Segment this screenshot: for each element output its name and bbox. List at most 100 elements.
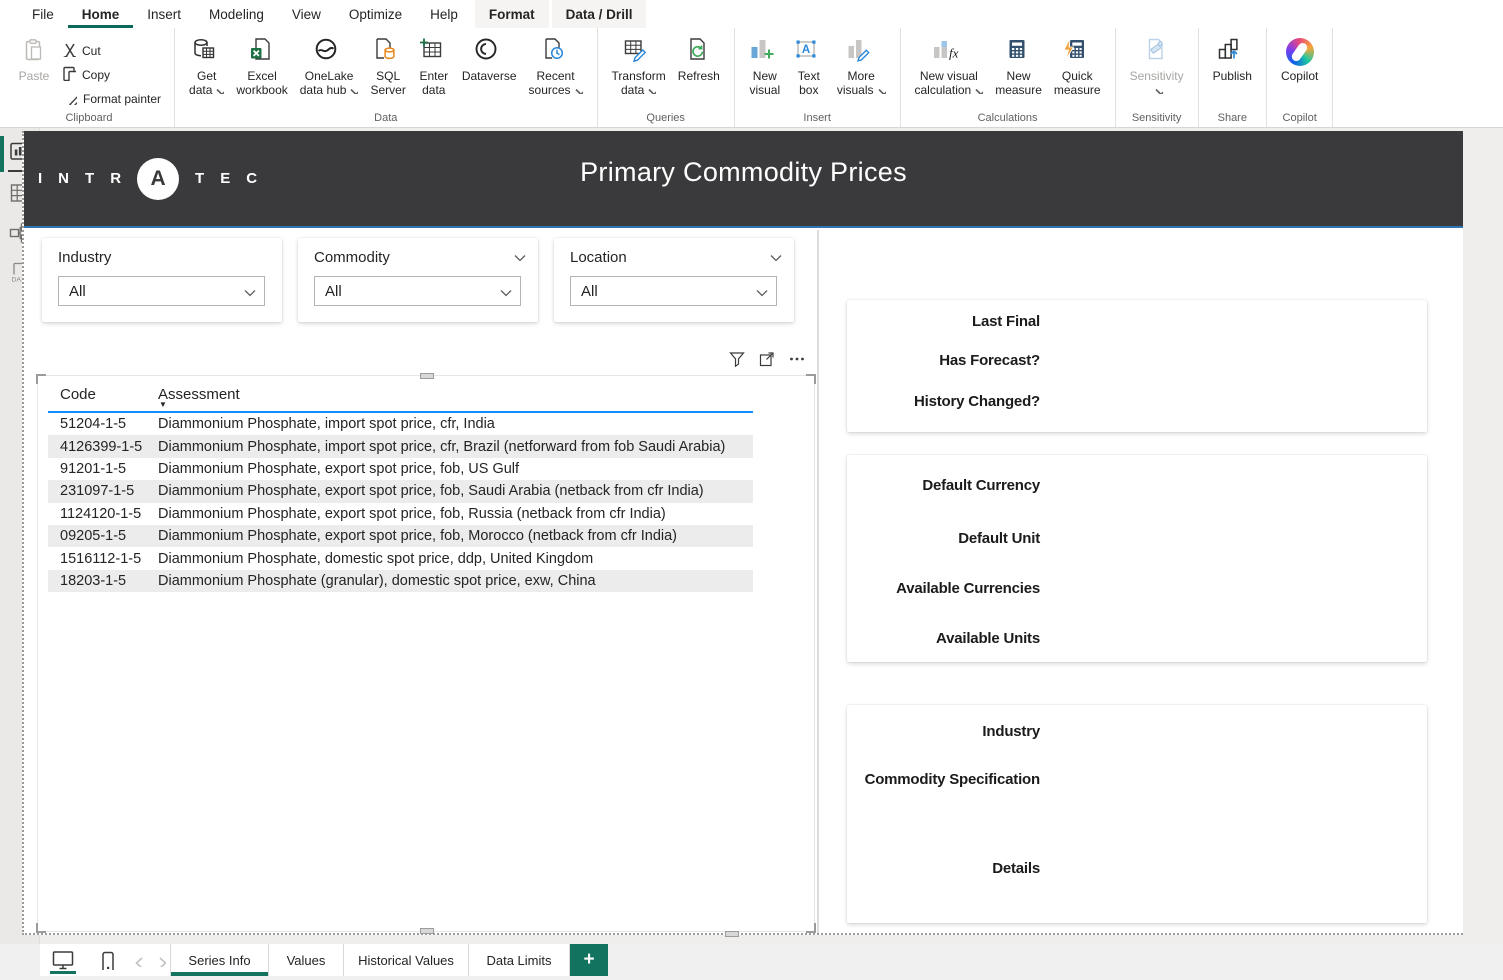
cell-code: 51204-1-5 <box>48 416 158 432</box>
field-card-2: Default CurrencyDefault UnitAvailable Cu… <box>847 455 1427 662</box>
column-header-assessment[interactable]: Assessment ▼ <box>158 382 753 411</box>
ribbon-group-label: Sensitivity <box>1116 112 1198 124</box>
sql-server-button[interactable]: SQLServer <box>365 33 410 98</box>
selection-corner <box>36 374 46 384</box>
focus-mode-icon[interactable] <box>758 350 775 372</box>
cell-code: 4126399-1-5 <box>48 439 158 455</box>
page-tab-historical-values[interactable]: Historical Values <box>344 944 469 976</box>
drag-handle-top[interactable] <box>420 373 434 379</box>
table-header-row: Code Assessment ▼ <box>48 382 753 413</box>
new-visual-calculation-button[interactable]: fxNew visualcalculation <box>910 33 989 98</box>
publish-button[interactable]: Publish <box>1208 33 1257 85</box>
dataverse-button[interactable]: Dataverse <box>457 33 522 85</box>
cell-assessment: Diammonium Phosphate, import spot price,… <box>158 416 753 432</box>
table-row[interactable]: 1124120-1-5Diammonium Phosphate, export … <box>48 503 753 525</box>
paste-button[interactable]: Paste <box>13 33 55 85</box>
button-label: Quickmeasure <box>1054 70 1101 97</box>
chevron-down-icon[interactable] <box>768 250 782 269</box>
add-page-button[interactable]: + <box>570 944 608 976</box>
chevron-down-icon[interactable] <box>512 250 526 269</box>
page-tab-values[interactable]: Values <box>269 944 344 976</box>
industry-dropdown[interactable]: All <box>58 276 265 306</box>
mobile-view-button[interactable] <box>86 944 126 976</box>
copilot-button[interactable]: Copilot <box>1276 33 1323 85</box>
chevron-down-icon <box>754 285 768 303</box>
page-tab-series-info[interactable]: Series Info <box>170 944 269 976</box>
menu-bar: FileHomeInsertModelingViewOptimizeHelpFo… <box>0 0 1503 28</box>
table-row[interactable]: 09205-1-5Diammonium Phosphate, export sp… <box>48 525 753 547</box>
onelake-data-hub-button[interactable]: OneLakedata hub <box>295 33 364 98</box>
report-page: INTRATEC Primary Commodity Prices Indust… <box>22 131 1463 935</box>
onelake-icon <box>314 34 344 70</box>
table-row[interactable]: 231097-1-5Diammonium Phosphate, export s… <box>48 480 753 502</box>
text-box-icon: A <box>794 34 824 70</box>
menu-tab-data-drill[interactable]: Data / Drill <box>552 0 647 28</box>
sensitivity-icon <box>1143 34 1171 70</box>
sensitivity-button[interactable]: Sensitivity <box>1125 33 1189 98</box>
filter-icon[interactable] <box>728 350 745 372</box>
button-label: Copilot <box>1281 70 1318 84</box>
prev-page-button[interactable] <box>126 944 148 976</box>
more-visuals-icon <box>846 34 876 70</box>
sort-descending-icon: ▼ <box>159 400 167 409</box>
table-row[interactable]: 18203-1-5Diammonium Phosphate (granular)… <box>48 570 753 592</box>
ribbon: PasteCutCopyFormat painterClipboardGetda… <box>0 28 1503 128</box>
dataverse-icon <box>474 34 504 70</box>
button-label: Getdata <box>189 70 224 97</box>
new-visual-button[interactable]: Newvisual <box>744 33 786 98</box>
page-tab-data-limits[interactable]: Data Limits <box>469 944 570 976</box>
recent-sources-button[interactable]: Recentsources <box>524 33 588 98</box>
slicer-value: All <box>69 283 86 300</box>
menu-tab-view[interactable]: View <box>278 0 335 28</box>
cell-assessment: Diammonium Phosphate, export spot price,… <box>158 461 753 477</box>
menu-tab-modeling[interactable]: Modeling <box>195 0 278 28</box>
column-header-code[interactable]: Code <box>48 382 158 411</box>
field-label-details: Details <box>847 860 1040 877</box>
button-label: Copy <box>82 68 110 82</box>
assessments-table: Code Assessment ▼ 51204-1-5Diammonium Ph… <box>48 382 753 592</box>
slicer-label: Industry <box>58 249 111 266</box>
more-visuals-button[interactable]: Morevisuals <box>832 33 891 98</box>
cell-assessment: Diammonium Phosphate, export spot price,… <box>158 506 753 522</box>
table-row[interactable]: 91201-1-5Diammonium Phosphate, export sp… <box>48 458 753 480</box>
menu-tab-home[interactable]: Home <box>68 0 134 28</box>
cut-button[interactable]: Cut <box>57 39 165 62</box>
menu-tab-file[interactable]: File <box>18 0 68 28</box>
page-bottom-handle[interactable] <box>725 931 739 937</box>
copy-button[interactable]: Copy <box>57 63 165 86</box>
cell-code: 91201-1-5 <box>48 461 158 477</box>
new-measure-button[interactable]: Newmeasure <box>990 33 1047 98</box>
quick-measure-button[interactable]: Quickmeasure <box>1049 33 1106 98</box>
table-row[interactable]: 4126399-1-5Diammonium Phosphate, import … <box>48 435 753 457</box>
next-page-button[interactable] <box>148 944 170 976</box>
table-row[interactable]: 1516112-1-5Diammonium Phosphate, domesti… <box>48 547 753 569</box>
button-label: Enterdata <box>419 70 448 97</box>
field-card-3: IndustryCommodity SpecificationDetails <box>847 705 1427 923</box>
report-title: Primary Commodity Prices <box>24 157 1463 188</box>
selection-corner <box>806 374 816 384</box>
location-dropdown[interactable]: All <box>570 276 777 306</box>
menu-tab-format[interactable]: Format <box>475 0 549 28</box>
get-data-button[interactable]: Getdata <box>184 33 229 98</box>
enter-data-button[interactable]: Enterdata <box>413 33 455 98</box>
ribbon-group-insert: NewvisualATextboxMorevisualsInsert <box>735 28 901 127</box>
more-options-icon[interactable] <box>788 350 805 372</box>
menu-tab-insert[interactable]: Insert <box>133 0 195 28</box>
menu-tab-help[interactable]: Help <box>416 0 472 28</box>
button-label: Format painter <box>83 92 161 106</box>
excel-workbook-button[interactable]: Excelworkbook <box>231 33 292 98</box>
assessments-table-visual[interactable]: Code Assessment ▼ 51204-1-5Diammonium Ph… <box>37 375 815 932</box>
transform-data-button[interactable]: Transformdata <box>607 33 671 98</box>
menu-tab-optimize[interactable]: Optimize <box>335 0 416 28</box>
ribbon-group-data: Getdata ExcelworkbookOneLakedata hubSQLSe… <box>175 28 598 127</box>
recent-sources-icon <box>541 34 571 70</box>
desktop-view-button[interactable] <box>40 944 86 976</box>
table-row[interactable]: 51204-1-5Diammonium Phosphate, import sp… <box>48 413 753 435</box>
refresh-button[interactable]: Refresh <box>673 33 725 85</box>
ribbon-group-clipboard: PasteCutCopyFormat painterClipboard <box>4 28 175 127</box>
text-box-button[interactable]: ATextbox <box>788 33 830 98</box>
drag-handle-bottom[interactable] <box>420 928 434 934</box>
commodity-dropdown[interactable]: All <box>314 276 521 306</box>
format-painter-button[interactable]: Format painter <box>57 87 165 110</box>
sql-server-icon <box>373 34 403 70</box>
